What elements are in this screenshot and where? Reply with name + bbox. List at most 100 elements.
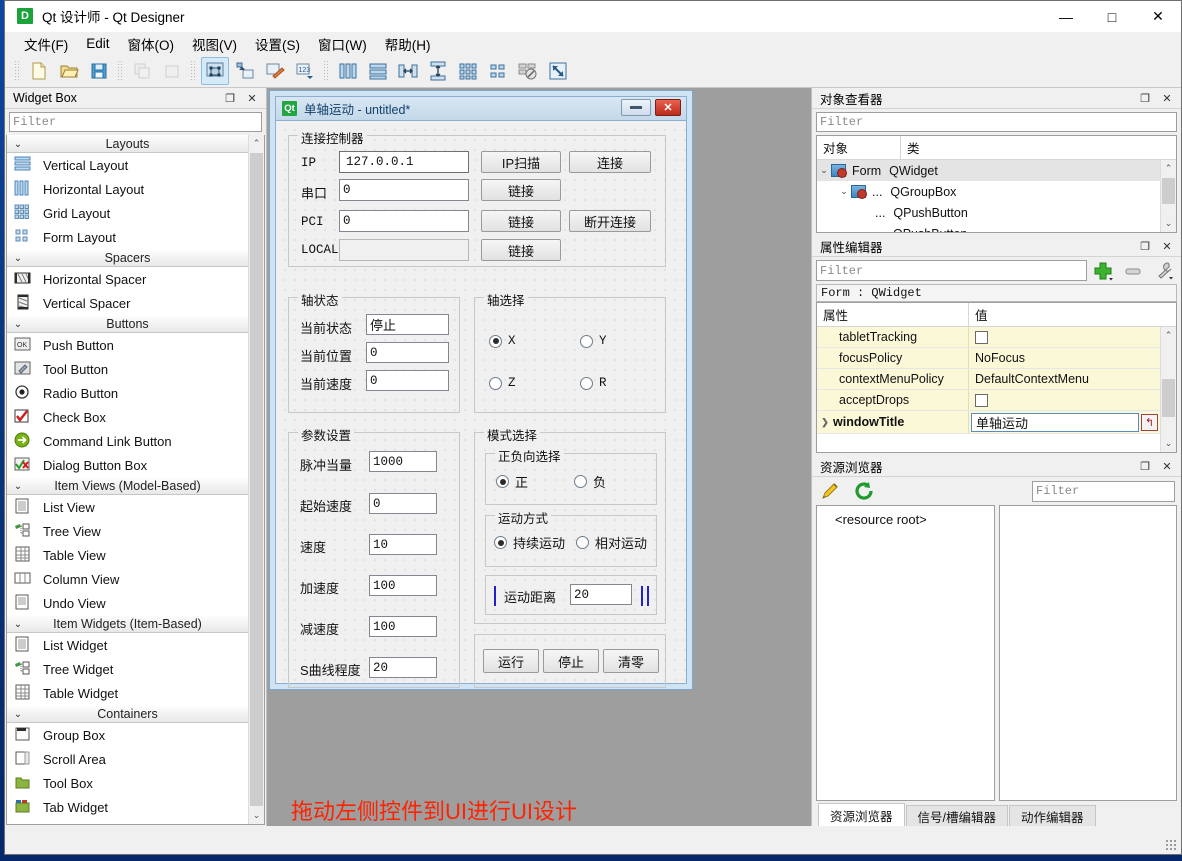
resource-root-label[interactable]: <resource root> [817,512,994,527]
layout-horizontally-icon[interactable] [334,57,362,85]
widget-category-buttons[interactable]: ⌄ Buttons [7,315,248,333]
param-group-box[interactable]: 参数设置 脉冲当量 1000 起始速度 0 速度 10 加速度 100 减速度 … [288,425,460,688]
axis-radio-r[interactable]: R [580,376,607,390]
object-inspector-row-form[interactable]: ⌄ Form QWidget [817,160,1160,181]
object-inspector-row-groupbox[interactable]: ⌄ ... QGroupBox [817,181,1160,202]
widget-item-table-widget[interactable]: Table Widget [7,681,248,705]
widget-box-close-button[interactable]: ✕ [244,90,260,106]
serial-input[interactable]: 0 [339,179,469,201]
designed-form-window[interactable]: Qt 单轴运动 - untitled* ✕ 连接控制器 IP 127.0.0.1 [275,96,687,688]
scroll-up-icon[interactable]: ⌃ [1161,160,1176,177]
widget-item-scroll-area[interactable]: Scroll Area [7,747,248,771]
layout-splitter-h-icon[interactable] [394,57,422,85]
close-button[interactable]: ✕ [1135,1,1181,32]
start-speed-input[interactable]: 0 [369,493,437,514]
pci-input[interactable]: 0 [339,210,469,232]
mode-group-box[interactable]: 模式选择 正负向选择 正 负 运动方式 持续运动 相对运动 运动距离 20 [474,425,666,624]
undo-icon[interactable] [128,57,156,85]
toolbar-grip-3[interactable] [190,60,197,82]
property-row-acceptDrops[interactable]: acceptDrops [817,390,1160,411]
local-link-button[interactable]: 链接 [481,239,561,261]
toolbar-grip-2[interactable] [117,60,124,82]
connection-group-box[interactable]: 连接控制器 IP 127.0.0.1 IP扫描 连接 串口 0 链接 PCI 0… [288,128,666,267]
widget-item-vertical-layout[interactable]: Vertical Layout [7,153,248,177]
widget-item-form-layout[interactable]: Form Layout [7,225,248,249]
widget-category-spacers[interactable]: ⌄ Spacers [7,249,248,267]
stop-button[interactable]: 停止 [543,649,599,673]
widget-item-command-link-button[interactable]: Command Link Button [7,429,248,453]
axis-radio-z[interactable]: Z [489,376,516,390]
scroll-up-icon[interactable]: ⌃ [1161,327,1176,344]
widget-item-undo-view[interactable]: Undo View [7,591,248,615]
action-buttons-group-box[interactable]: 运行 停止 清零 [474,634,666,688]
pci-link-button[interactable]: 链接 [481,210,561,232]
scroll-up-icon[interactable]: ⌃ [249,135,264,152]
edit-buddies-icon[interactable] [261,57,289,85]
scroll-down-icon[interactable]: ⌄ [1161,215,1176,232]
widget-item-tree-view[interactable]: Tree View [7,519,248,543]
disconnect-button[interactable]: 断开连接 [569,210,651,232]
connect-button[interactable]: 连接 [569,151,651,173]
widget-box-filter-input[interactable]: Filter [9,112,262,132]
scrollbar-thumb[interactable] [1162,178,1175,204]
widget-category-item-widgets[interactable]: ⌄ Item Widgets (Item-Based) [7,615,248,633]
current-position-input[interactable]: 0 [366,342,449,363]
distance-input[interactable]: 20 [570,584,632,605]
reload-icon[interactable] [852,480,878,502]
ip-combo[interactable]: 127.0.0.1 [339,151,469,173]
widget-item-check-box[interactable]: Check Box [7,405,248,429]
edit-signals-slots-icon[interactable] [231,57,259,85]
widget-item-list-view[interactable]: List View [7,495,248,519]
property-editor-scrollbar[interactable]: ⌃ ⌄ [1160,327,1176,452]
add-property-icon[interactable] [1091,260,1117,282]
toolbar-grip[interactable] [14,60,21,82]
layout-grid-icon[interactable] [454,57,482,85]
menu-view[interactable]: 视图(V) [183,32,246,56]
resource-preview-pane[interactable] [998,505,1177,801]
widget-category-layouts[interactable]: ⌄ Layouts [7,135,248,153]
checkbox-icon[interactable] [975,330,988,344]
widget-item-grid-layout[interactable]: Grid Layout [7,201,248,225]
widget-item-tab-widget[interactable]: Tab Widget [7,795,248,819]
motion-radio-relative[interactable]: 相对运动 [576,533,647,552]
form-minimize-button[interactable] [621,99,651,116]
edit-widgets-icon[interactable] [201,57,229,85]
menu-help[interactable]: 帮助(H) [376,32,440,56]
widget-item-tool-box[interactable]: Tool Box [7,771,248,795]
speed-input[interactable]: 10 [369,534,437,555]
property-value[interactable] [969,327,1160,347]
decel-input[interactable]: 100 [369,616,437,637]
resource-browser-close-button[interactable]: ✕ [1159,458,1175,474]
tab-action-editor[interactable]: 动作编辑器 [1009,805,1096,826]
left-horizontal-spacer[interactable] [490,585,500,607]
object-inspector-filter-input[interactable]: Filter [816,112,1177,132]
remove-property-icon[interactable] [1121,260,1147,282]
current-speed-input[interactable]: 0 [366,370,449,391]
axis-select-group-box[interactable]: 轴选择 X Y Z R [474,290,666,413]
widget-item-dialog-button-box[interactable]: Dialog Button Box [7,453,248,477]
property-row-focusPolicy[interactable]: focusPolicy NoFocus [817,348,1160,369]
property-row-contextMenuPolicy[interactable]: contextMenuPolicy DefaultContextMenu [817,369,1160,390]
tab-resource-browser[interactable]: 资源浏览器 [818,803,905,826]
open-form-icon[interactable] [55,57,83,85]
layout-splitter-v-icon[interactable] [424,57,452,85]
redo-icon[interactable] [158,57,186,85]
run-button[interactable]: 运行 [483,649,539,673]
form-design-area[interactable]: 连接控制器 IP 127.0.0.1 IP扫描 连接 串口 0 链接 PCI 0… [275,120,687,688]
configure-icon[interactable] [1151,260,1177,282]
menu-window[interactable]: 窗口(W) [309,32,376,56]
resource-browser-float-button[interactable]: ❐ [1137,458,1153,474]
break-layout-icon[interactable] [514,57,542,85]
form-close-button[interactable]: ✕ [655,99,681,116]
scurve-input[interactable]: 20 [369,657,437,678]
widget-item-tool-button[interactable]: Tool Button [7,357,248,381]
edit-tab-order-icon[interactable]: 123 [291,57,319,85]
menu-file[interactable]: 文件(F) [15,32,77,56]
scrollbar-thumb[interactable] [250,153,263,806]
layout-vertically-icon[interactable] [364,57,392,85]
direction-radio-positive[interactable]: 正 [496,472,528,491]
widget-item-table-view[interactable]: Table View [7,543,248,567]
edit-resources-icon[interactable] [818,480,844,502]
property-editor-filter-input[interactable]: Filter [816,260,1087,281]
current-state-input[interactable]: 停止 [366,314,449,335]
